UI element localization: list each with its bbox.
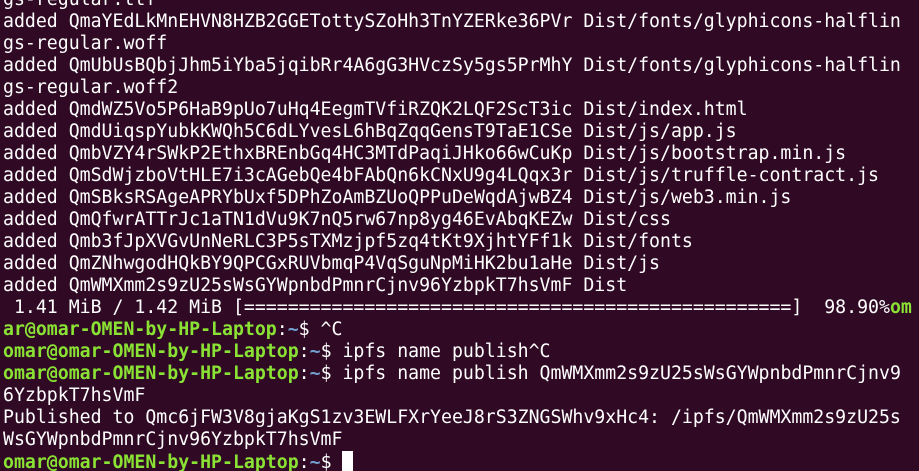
text-cursor[interactable] bbox=[342, 451, 354, 471]
prompt-path: ~ bbox=[309, 452, 321, 471]
output-line: gs-regular.woff2 bbox=[3, 77, 912, 99]
output-text: WsGYWpnbdPmnrCjnv96YzbpkT7hsVmF bbox=[3, 429, 343, 450]
output-text: added QmWMXmm2s9zU25sWsGYWpnbdPmnrCjnv96… bbox=[3, 275, 628, 296]
output-line: added QmSBksRSAgeAPRYbUxf5DPhZoAmBZUoQPP… bbox=[3, 187, 912, 209]
prompt-line: ar@omar-OMEN-by-HP-Laptop:~$ ^C bbox=[3, 319, 912, 341]
output-line: added QmSdWjzboVtHLE7i3cAGebQe4bFAbQn6kC… bbox=[3, 165, 912, 187]
output-line: added QmdWZ5Vo5P6HaB9pUo7uHq4EegmTVfiRZQ… bbox=[3, 99, 912, 121]
prompt-separator: : bbox=[298, 341, 310, 362]
terminal-scrollback: gs-regular.ttfadded QmaYEdLkMnEHVN8HZB2G… bbox=[3, 0, 912, 471]
output-text: gs-regular.woff bbox=[3, 33, 168, 54]
prompt-user-host: omar@omar-OMEN-by-HP-Laptop bbox=[3, 363, 299, 384]
prompt-command: $ ^C bbox=[298, 319, 343, 340]
prompt-path: ~ bbox=[309, 363, 321, 384]
output-line: added QmZNhwgodHQkBY9QPCGxRUVbmqP4VqSguN… bbox=[3, 253, 912, 275]
output-text: added QmaYEdLkMnEHVN8HZB2GGETottySZoHh3T… bbox=[3, 11, 901, 32]
output-text: added QmQfwrATTrJc1aTN1dVu9K7nQ5rw67np8y… bbox=[3, 209, 671, 230]
output-text: gs-regular.ttf bbox=[3, 0, 156, 10]
output-line: added QmbVZY4rSWkP2EthxBREnbGq4HC3MTdPaq… bbox=[3, 143, 912, 165]
prompt-separator: : bbox=[298, 452, 310, 471]
output-text: Published to Qmc6jFW3V8gjaKgS1zv3EWLFXrY… bbox=[3, 407, 901, 428]
prompt-line: omar@omar-OMEN-by-HP-Laptop:~$ bbox=[3, 451, 912, 471]
output-text: added Qmb3fJpXVGvUnNeRLC3P5sTXMzjpf5zq4t… bbox=[3, 231, 693, 252]
prompt-path: ~ bbox=[287, 319, 299, 340]
prompt-separator: : bbox=[298, 363, 310, 384]
output-line: gs-regular.ttf bbox=[3, 0, 912, 11]
prompt-command: $ bbox=[320, 452, 343, 471]
output-line: added QmaYEdLkMnEHVN8HZB2GGETottySZoHh3T… bbox=[3, 11, 912, 33]
prompt-command: $ ipfs name publish QmWMXmm2s9zU25sWsGYW… bbox=[320, 363, 901, 384]
output-line: Published to Qmc6jFW3V8gjaKgS1zv3EWLFXrY… bbox=[3, 407, 912, 429]
progress-line: 1.41 MiB / 1.42 MiB [===================… bbox=[3, 297, 912, 319]
prompt-user-host-fragment: om bbox=[889, 297, 912, 318]
prompt-line: omar@omar-OMEN-by-HP-Laptop:~$ ipfs name… bbox=[3, 341, 912, 363]
output-text: 6YzbpkT7hsVmF bbox=[3, 385, 146, 406]
output-text: added QmSdWjzboVtHLE7i3cAGebQe4bFAbQn6kC… bbox=[3, 165, 879, 186]
output-line: WsGYWpnbdPmnrCjnv96YzbpkT7hsVmF bbox=[3, 429, 912, 451]
prompt-user-host: omar@omar-OMEN-by-HP-Laptop bbox=[3, 452, 299, 471]
prompt-line: omar@omar-OMEN-by-HP-Laptop:~$ ipfs name… bbox=[3, 363, 912, 385]
prompt-user-host: omar@omar-OMEN-by-HP-Laptop bbox=[3, 341, 299, 362]
output-text: added QmdUiqspYubkKWQh5C6dLYvesL6hBqZqqG… bbox=[3, 121, 737, 142]
prompt-command: $ ipfs name publish^C bbox=[320, 341, 551, 362]
output-text: added QmbVZY4rSWkP2EthxBREnbGq4HC3MTdPaq… bbox=[3, 143, 847, 164]
prompt-user-host: ar@omar-OMEN-by-HP-Laptop bbox=[3, 319, 277, 340]
progress-text: 1.41 MiB / 1.42 MiB [===================… bbox=[3, 297, 890, 318]
output-line: gs-regular.woff bbox=[3, 33, 912, 55]
output-text: added QmZNhwgodHQkBY9QPCGxRUVbmqP4VqSguN… bbox=[3, 253, 660, 274]
prompt-path: ~ bbox=[309, 341, 321, 362]
output-text: added QmdWZ5Vo5P6HaB9pUo7uHq4EegmTVfiRZQ… bbox=[3, 99, 748, 120]
output-line: 6YzbpkT7hsVmF bbox=[3, 385, 912, 407]
output-text: added QmUbUsBQbjJhm5iYba5jqibRr4A6gG3HVc… bbox=[3, 55, 901, 76]
output-line: added Qmb3fJpXVGvUnNeRLC3P5sTXMzjpf5zq4t… bbox=[3, 231, 912, 253]
output-text: gs-regular.woff2 bbox=[3, 77, 179, 98]
output-line: added QmUbUsBQbjJhm5iYba5jqibRr4A6gG3HVc… bbox=[3, 55, 912, 77]
prompt-separator: : bbox=[276, 319, 288, 340]
output-line: added QmWMXmm2s9zU25sWsGYWpnbdPmnrCjnv96… bbox=[3, 275, 912, 297]
output-line: added QmdUiqspYubkKWQh5C6dLYvesL6hBqZqqG… bbox=[3, 121, 912, 143]
terminal-window[interactable]: gs-regular.ttfadded QmaYEdLkMnEHVN8HZB2G… bbox=[0, 0, 919, 471]
output-line: added QmQfwrATTrJc1aTN1dVu9K7nQ5rw67np8y… bbox=[3, 209, 912, 231]
output-text: added QmSBksRSAgeAPRYbUxf5DPhZoAmBZUoQPP… bbox=[3, 187, 792, 208]
